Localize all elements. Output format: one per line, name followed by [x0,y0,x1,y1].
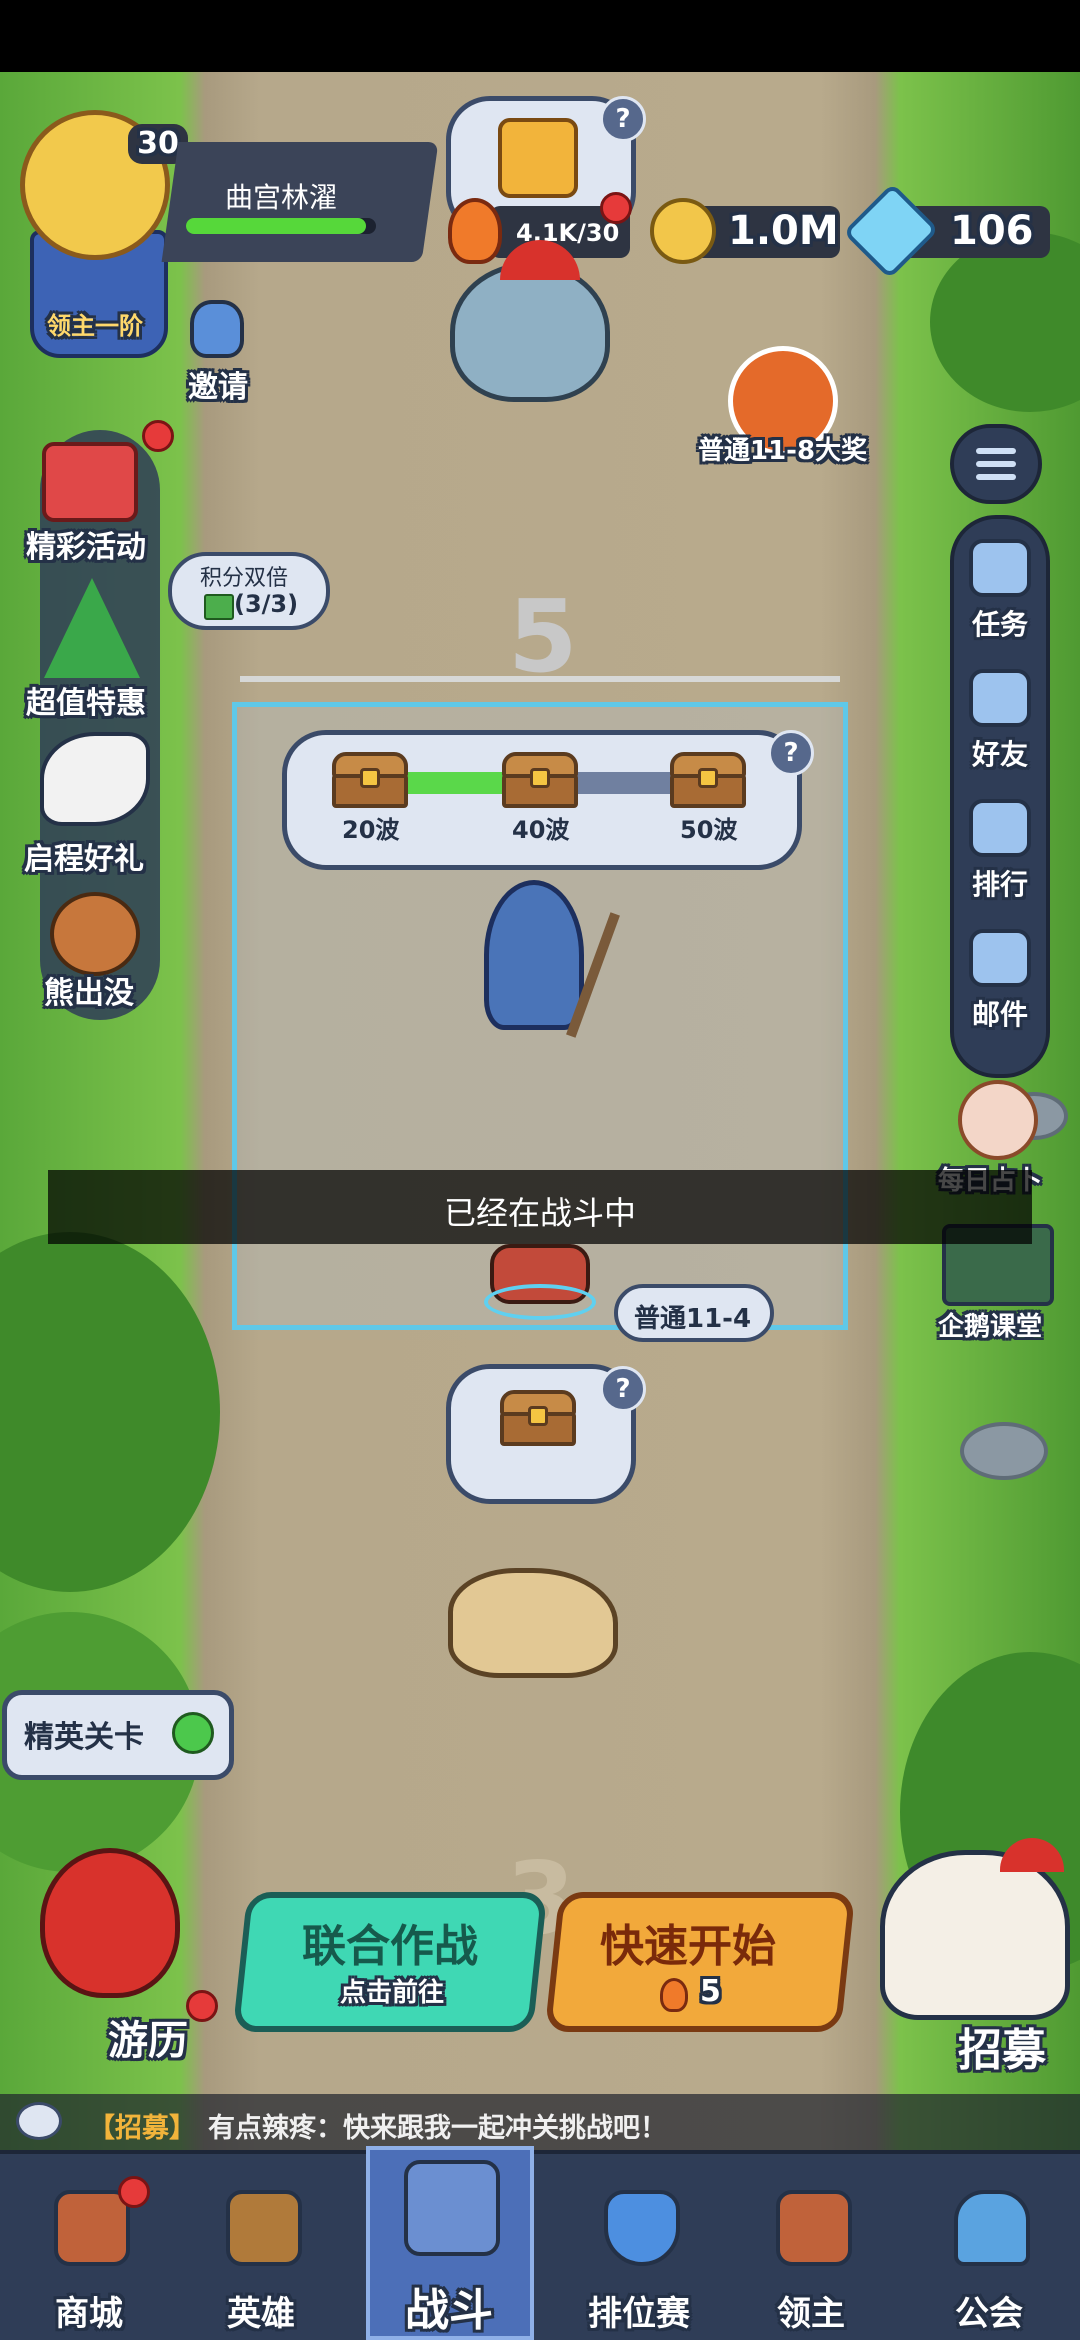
sabertooth-enemy [448,1568,618,1678]
right-menu-panel: 任务 好友 排行 邮件 [950,515,1050,1078]
quick-start-cost: 5 [700,1974,721,2009]
wave-reward-label: 50波 [680,816,738,844]
notification-dot [142,420,174,452]
nav-guild[interactable]: 公会 [914,2150,1064,2340]
mail-envelope-icon [969,929,1031,987]
stage-tag-label: 普通11-4 [634,1304,752,1334]
double-points-count: (3/3) [234,590,299,618]
stamina-flame-icon [660,1978,688,2012]
gift-box-icon[interactable] [42,442,138,522]
chat-tag: 【招募】 [88,2113,196,2144]
help-icon[interactable]: ? [768,730,814,776]
christmas-tree-icon[interactable] [44,578,140,678]
yeti-boss-enemy [450,262,610,402]
menu-hamburger-icon[interactable] [950,424,1042,504]
task-clipboard-icon [969,539,1031,597]
coop-battle-title: 联合作战 [302,1921,478,1972]
left-menu-label-start-gift[interactable]: 启程好礼 [24,834,144,878]
rock [960,1422,1048,1480]
exp-bar-fill [186,218,366,234]
left-menu-label-deals[interactable]: 超值特惠 [26,678,146,722]
nav-ranked[interactable]: 排位赛 [564,2150,714,2340]
chat-bubble-icon[interactable] [16,2102,62,2140]
refresh-icon [172,1712,214,1754]
hero-card-icon [226,2190,302,2266]
reward-chest-icon [500,1390,576,1446]
shop-icon [54,2190,130,2266]
invite-label[interactable]: 邀请 [188,362,248,406]
crystal-ball-icon[interactable] [958,1080,1038,1160]
left-menu-label-events[interactable]: 精彩活动 [26,522,146,566]
notification-dot [600,192,632,224]
notification-dot [118,2176,150,2208]
help-icon[interactable]: ? [600,1366,646,1412]
lord-banner-icon [776,2190,852,2266]
friends-icon [969,669,1031,727]
toast-message: 已经在战斗中 [443,1194,636,1232]
penguin-invite-icon[interactable] [190,300,244,358]
coop-battle-subtitle: 点击前往 [340,1978,445,2008]
travel-label[interactable]: 游历 [108,2008,188,2066]
stamina-flame-icon[interactable] [448,198,502,264]
wave-reward-label: 40波 [512,816,570,844]
reward-chest-icon[interactable] [670,752,746,808]
double-points-title: 积分双倍 [200,566,289,591]
ice-mage-enemy [484,880,584,1030]
mail-button[interactable]: 邮件 [954,929,1046,1033]
friends-button[interactable]: 好友 [954,669,1046,773]
rank-shield-icon [604,2190,680,2266]
right-foliage [930,232,1080,412]
battle-weapons-icon [404,2160,500,2256]
gold-value: 1.0M [728,208,839,254]
wave-reward-label: 20波 [342,816,400,844]
guild-castle-icon [954,2190,1030,2266]
nav-battle[interactable]: 战斗 [374,2150,524,2340]
hero-base-ring [484,1284,596,1320]
nav-heroes[interactable]: 英雄 [186,2150,336,2340]
recruit-label[interactable]: 招募 [958,2014,1046,2078]
ranking-button[interactable]: 排行 [954,799,1046,903]
bear-icon[interactable] [50,892,140,976]
phoenix-icon[interactable] [40,732,150,826]
reward-chest-icon[interactable] [502,752,578,808]
left-foliage [0,1232,220,1592]
help-icon[interactable]: ? [600,96,646,142]
elite-stage-label[interactable]: 精英关卡 [24,1712,144,1756]
chat-message: 有点辣疼：快来跟我一起冲关挑战吧！ [208,2113,667,2144]
gem-value: 106 [950,208,1034,254]
penguin-class-label[interactable]: 企鹅课堂 [938,1306,1042,1343]
gold-coin-icon[interactable] [650,198,716,264]
ticket-icon [204,594,234,620]
rank-badge-label: 领主一阶 [47,312,143,340]
status-bar [0,0,1080,72]
exp-bar [186,218,376,234]
wave-number-top: 5 [508,578,578,695]
santa-recruiter-icon[interactable] [880,1850,1070,2020]
left-menu-label-bear[interactable]: 熊出没 [44,968,134,1012]
task-button[interactable]: 任务 [954,539,1046,643]
golden-key-icon [498,118,578,198]
nav-lord[interactable]: 领主 [736,2150,886,2340]
grand-prize-label[interactable]: 普通11-8大奖 [698,430,867,467]
quick-start-title: 快速开始 [600,1921,776,1972]
player-name: 曲宫林濯 [225,181,338,214]
ranking-podium-icon [969,799,1031,857]
notification-dot [186,1990,218,2022]
hot-air-balloon-icon[interactable] [40,1848,180,1998]
reward-chest-icon[interactable] [332,752,408,808]
